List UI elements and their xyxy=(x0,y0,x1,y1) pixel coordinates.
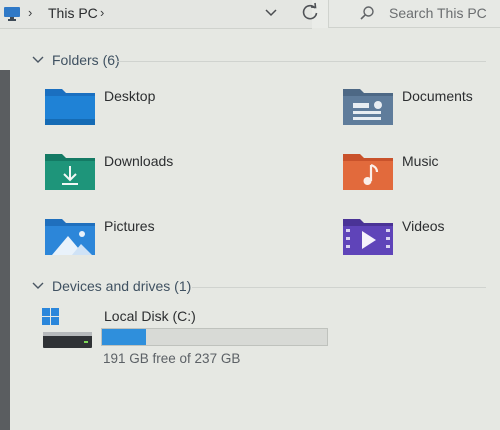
group-divider xyxy=(192,287,486,288)
folder-label: Downloads xyxy=(104,153,174,169)
drives-group-title: Devices and drives (1) xyxy=(52,278,192,294)
folder-label: Videos xyxy=(402,218,445,234)
folder-pictures[interactable]: Pictures xyxy=(44,216,155,256)
toolbar: › This PC › Search This PC xyxy=(0,0,500,29)
folder-label: Desktop xyxy=(104,88,156,104)
chevron-down-icon[interactable] xyxy=(32,281,44,291)
drive-free-space: 191 GB free of 237 GB xyxy=(103,351,241,366)
chevron-down-icon[interactable] xyxy=(264,5,278,19)
drive-local-disk-c[interactable]: Local Disk (C:) 191 GB free of 237 GB xyxy=(40,306,340,376)
videos-folder-icon xyxy=(343,219,393,255)
folder-label: Documents xyxy=(402,88,473,104)
folders-group-header[interactable]: Folders (6) xyxy=(32,52,492,68)
folder-downloads[interactable]: Downloads xyxy=(44,151,173,191)
scrollbar[interactable] xyxy=(0,70,10,430)
pictures-folder-icon xyxy=(45,219,95,255)
refresh-icon[interactable] xyxy=(300,2,320,22)
breadcrumb-this-pc[interactable]: This PC xyxy=(48,5,98,21)
address-bar[interactable]: › This PC › xyxy=(0,0,312,29)
drive-usage-bar xyxy=(101,328,328,346)
desktop-folder-icon xyxy=(45,89,95,125)
drive-usage-fill xyxy=(102,329,146,345)
search-box[interactable]: Search This PC xyxy=(328,0,500,28)
folder-label: Music xyxy=(402,153,439,169)
windows-drive-icon xyxy=(42,308,92,348)
chevron-right-icon[interactable]: › xyxy=(28,5,32,20)
folder-desktop[interactable]: Desktop xyxy=(44,86,155,126)
search-input[interactable]: Search This PC xyxy=(389,5,487,21)
music-folder-icon xyxy=(343,154,393,190)
folder-music[interactable]: Music xyxy=(342,151,439,191)
folders-group-title: Folders (6) xyxy=(52,52,120,68)
folder-videos[interactable]: Videos xyxy=(342,216,445,256)
monitor-icon xyxy=(4,6,20,21)
folder-label: Pictures xyxy=(104,218,155,234)
group-divider xyxy=(116,61,486,62)
downloads-folder-icon xyxy=(45,154,95,190)
drives-group-header[interactable]: Devices and drives (1) xyxy=(32,278,492,294)
drive-name: Local Disk (C:) xyxy=(104,308,196,324)
chevron-down-icon[interactable] xyxy=(32,55,44,65)
documents-folder-icon xyxy=(343,89,393,125)
file-list: Folders (6) Desktop Documents Downloads … xyxy=(0,30,500,430)
folder-documents[interactable]: Documents xyxy=(342,86,473,126)
search-icon xyxy=(360,6,374,20)
chevron-right-icon[interactable]: › xyxy=(100,5,104,20)
